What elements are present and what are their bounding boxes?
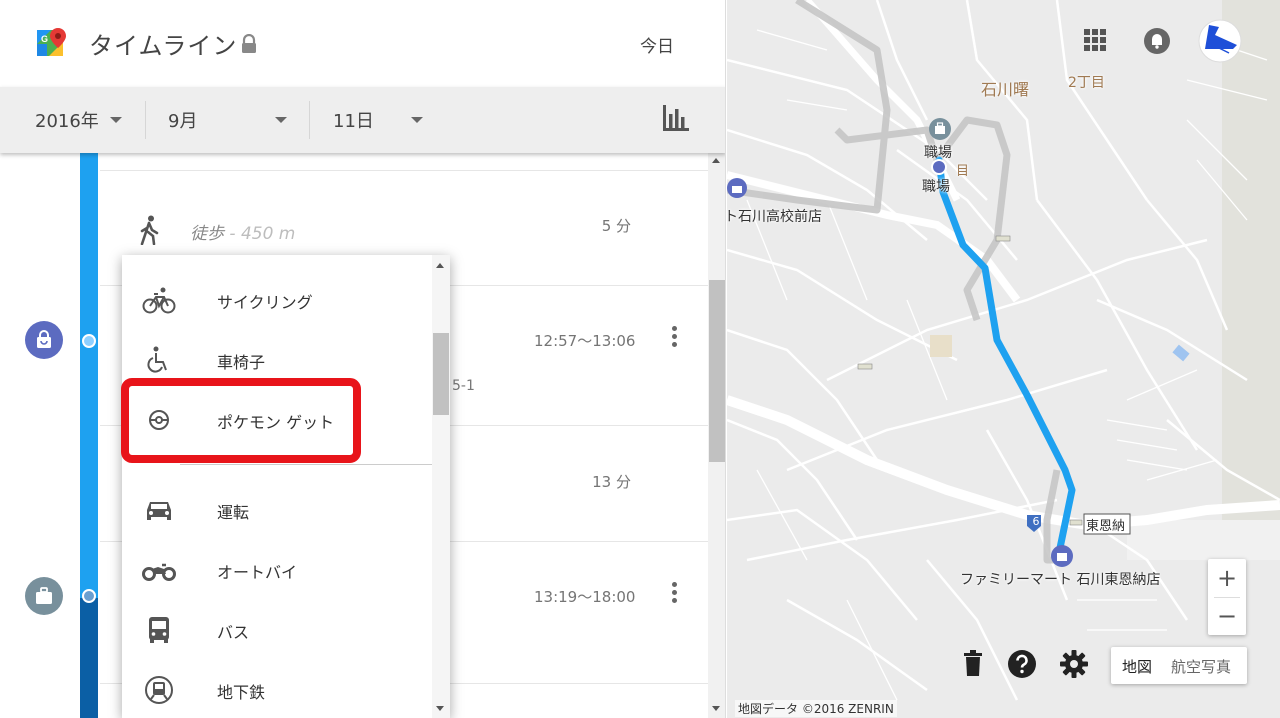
more-options-icon[interactable] [670,582,678,606]
bar-chart-icon[interactable] [661,103,691,133]
today-button[interactable]: 今日 [640,32,674,57]
timeline-track-walk [80,153,98,598]
scroll-up-icon[interactable] [436,263,444,268]
shopping-bag-icon [37,330,51,348]
menu-item-label: 車椅子 [217,353,266,372]
map-place-label: ト石川高校前店 [727,209,822,225]
notifications-bell-icon[interactable] [1143,27,1171,55]
shopping-place-icon[interactable] [25,321,63,359]
car-icon [147,502,171,520]
year-dropdown[interactable]: 2016年 [35,87,122,153]
menu-item-cycling[interactable]: サイクリング [122,270,432,330]
menu-item-bus[interactable]: バス [122,600,432,660]
bus-icon [149,617,169,643]
menu-scroll-thumb[interactable] [433,333,449,415]
store-marker-icon[interactable] [1051,545,1073,567]
scroll-down-icon[interactable] [436,706,444,711]
map-area-label: 石川曙 [981,80,1030,99]
menu-scrollbar[interactable] [432,255,450,718]
workplace-marker-icon[interactable] [929,118,951,140]
chevron-down-icon [109,117,122,123]
user-avatar-icon[interactable] [1197,19,1243,63]
walk-distance: - 450 m [224,224,296,244]
subway-icon [145,676,173,704]
motorcycle-icon [142,563,176,581]
menu-item-driving[interactable]: 運転 [122,480,432,540]
map-place-label: 職場 [922,179,950,195]
app-header: G タイムライン 今日 [0,0,725,87]
map-place-label: ファミリーマート 石川東恩納店 [960,572,1161,588]
route-number-label: 6 [1032,515,1040,528]
map-type-satellite-button[interactable]: 航空写真 [1171,656,1231,677]
apps-grid-icon[interactable] [1082,27,1108,53]
zoom-out-button[interactable]: − [1208,597,1246,635]
timeline-scroll-thumb[interactable] [709,280,725,462]
menu-item-wheelchair[interactable]: 車椅子 [122,330,432,390]
menu-item-subway[interactable]: 地下鉄 [122,660,432,718]
menu-item-label: 地下鉄 [217,683,266,702]
menu-item-label: オートバイ [217,563,298,582]
bicycle-icon [142,287,176,314]
month-value: 9月 [168,111,198,132]
menu-item-label: サイクリング [217,293,313,312]
walk-mode: 徒歩 [190,224,224,244]
timeline-dot [82,334,96,348]
google-maps-logo-icon: G [37,28,66,56]
waypoint-marker-icon [931,159,947,175]
timeline-dot [82,589,96,603]
help-icon[interactable] [1007,649,1037,679]
svg-text:G: G [41,34,48,44]
timeline-panel: G タイムライン 今日 2016年 9月 11日 徒歩 - 450 m 5 分 … [0,0,726,718]
trash-icon[interactable] [962,650,984,676]
walk-duration: 5 分 [601,217,631,235]
walking-icon [140,215,159,245]
walk-segment-label[interactable]: 徒歩 - 450 m [190,219,295,244]
map-type-toggle: 地図 航空写真 [1111,647,1247,684]
day-value: 11日 [333,111,374,132]
day-dropdown[interactable]: 11日 [333,87,423,153]
place-address-partial: 5-1 [452,378,475,394]
settings-gear-icon[interactable] [1059,649,1089,679]
map-view[interactable]: 石川曙 2丁目 職場 職場 目 ト石川高校前店 6 東恩納 ファミリーマート 石… [727,0,1280,718]
more-options-icon[interactable] [670,326,678,350]
wheelchair-icon [147,346,167,373]
menu-item-pokemon-go[interactable]: ポケモン ゲット [122,390,432,450]
chevron-down-icon [275,117,287,123]
menu-item-label: 運転 [217,503,250,522]
activity-type-menu: サイクリング 車椅子 ポケモン ゲット 運転 オートバイ バス 地下鉄 [122,255,450,718]
briefcase-icon [36,587,52,604]
zoom-in-button[interactable]: + [1208,559,1246,597]
scroll-down-icon[interactable] [712,706,720,711]
place-time-range: 12:57〜13:06 [534,332,636,350]
menu-item-motorcycle[interactable]: オートバイ [122,540,432,600]
month-dropdown[interactable]: 9月 [168,87,288,153]
place-time-range: 13:19〜18:00 [534,588,636,606]
map-base [727,0,1280,718]
store-marker-icon[interactable] [727,178,747,198]
chevron-down-icon [410,117,423,123]
menu-item-label: ポケモン ゲット [217,413,335,432]
map-area-label: 目 [956,164,970,179]
work-place-icon[interactable] [25,577,63,615]
date-selector-bar: 2016年 9月 11日 [0,87,725,153]
timeline-track-stay [80,598,98,718]
year-value: 2016年 [35,111,99,132]
map-attribution: 地図データ ©2016 ZENRIN [735,700,897,717]
lock-icon [242,34,256,53]
zoom-control: + − [1208,559,1246,635]
menu-divider [180,464,432,465]
map-area-label: 2丁目 [1068,75,1105,91]
scroll-up-icon[interactable] [712,158,720,163]
divider [100,170,710,171]
map-place-label: 職場 [924,145,952,161]
pokeball-icon [149,410,169,430]
divider [145,101,146,139]
segment-duration: 13 分 [592,473,631,491]
menu-item-label: バス [217,623,250,642]
page-title: タイムライン [89,32,238,60]
map-type-map-button[interactable]: 地図 [1122,656,1152,677]
divider [309,101,310,139]
map-station-label: 東恩納 [1086,519,1126,534]
